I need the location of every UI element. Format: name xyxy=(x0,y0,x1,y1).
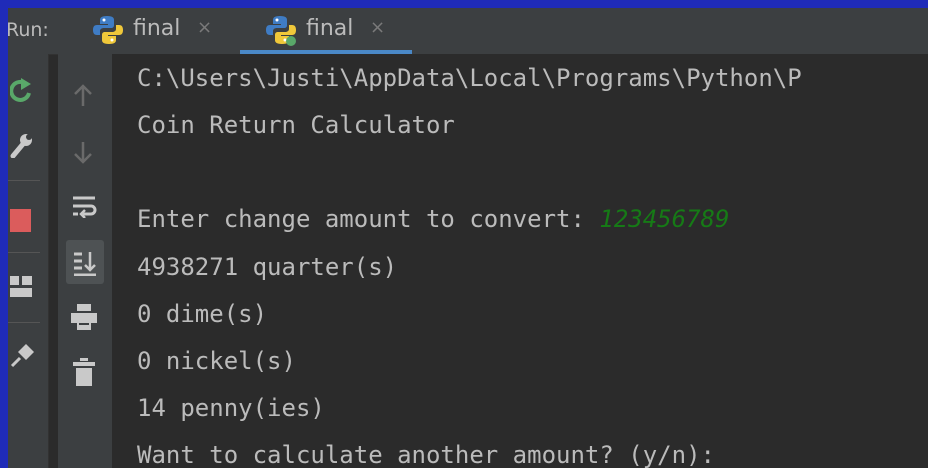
console-line-dimes: 0 dime(s) xyxy=(137,300,268,328)
run-label: Run: xyxy=(8,19,49,41)
trash-icon[interactable] xyxy=(73,358,95,390)
prompt-text: Enter change amount to convert: xyxy=(137,205,600,233)
console-line-again-prompt: Want to calculate another amount? (y/n): xyxy=(137,441,715,468)
close-icon[interactable]: × xyxy=(197,17,212,38)
console-toolbar xyxy=(58,54,112,468)
pin-icon[interactable] xyxy=(10,344,34,372)
run-tool-window: Run: final × final × C:\Users\Justi\AppD… xyxy=(8,8,928,468)
scroll-to-end-button[interactable] xyxy=(66,240,104,284)
left-toolbar xyxy=(8,54,49,468)
python-icon xyxy=(93,14,123,50)
console-line-prompt: Enter change amount to convert: 12345678… xyxy=(137,205,729,233)
console-output[interactable]: C:\Users\Justi\AppData\Local\Programs\Py… xyxy=(112,54,928,468)
close-icon[interactable]: × xyxy=(370,17,385,38)
tab-label: final xyxy=(133,16,181,41)
python-icon xyxy=(266,14,296,50)
print-icon[interactable] xyxy=(71,304,97,334)
run-tab-bar: Run: final × final × xyxy=(8,8,928,55)
stop-icon[interactable] xyxy=(10,209,32,237)
rerun-icon[interactable] xyxy=(9,78,32,108)
user-input-value: 123456789 xyxy=(599,205,730,233)
scroll-to-end-icon xyxy=(72,250,98,280)
console-line-title: Coin Return Calculator xyxy=(137,111,455,139)
console-line-pennies: 14 penny(ies) xyxy=(137,394,325,422)
wrench-icon[interactable] xyxy=(10,132,32,162)
console-line-path: C:\Users\Justi\AppData\Local\Programs\Py… xyxy=(137,64,802,92)
layout-icon[interactable] xyxy=(10,276,34,302)
down-arrow-icon[interactable] xyxy=(71,140,95,168)
console-line-nickels: 0 nickel(s) xyxy=(137,347,296,375)
tab-final-2[interactable]: final × xyxy=(240,8,412,54)
console-line-quarters: 4938271 quarter(s) xyxy=(137,253,398,281)
tab-final-1[interactable]: final × xyxy=(93,8,223,54)
soft-wrap-icon[interactable] xyxy=(71,194,97,222)
tab-label: final xyxy=(306,16,354,41)
up-arrow-icon[interactable] xyxy=(71,84,95,112)
